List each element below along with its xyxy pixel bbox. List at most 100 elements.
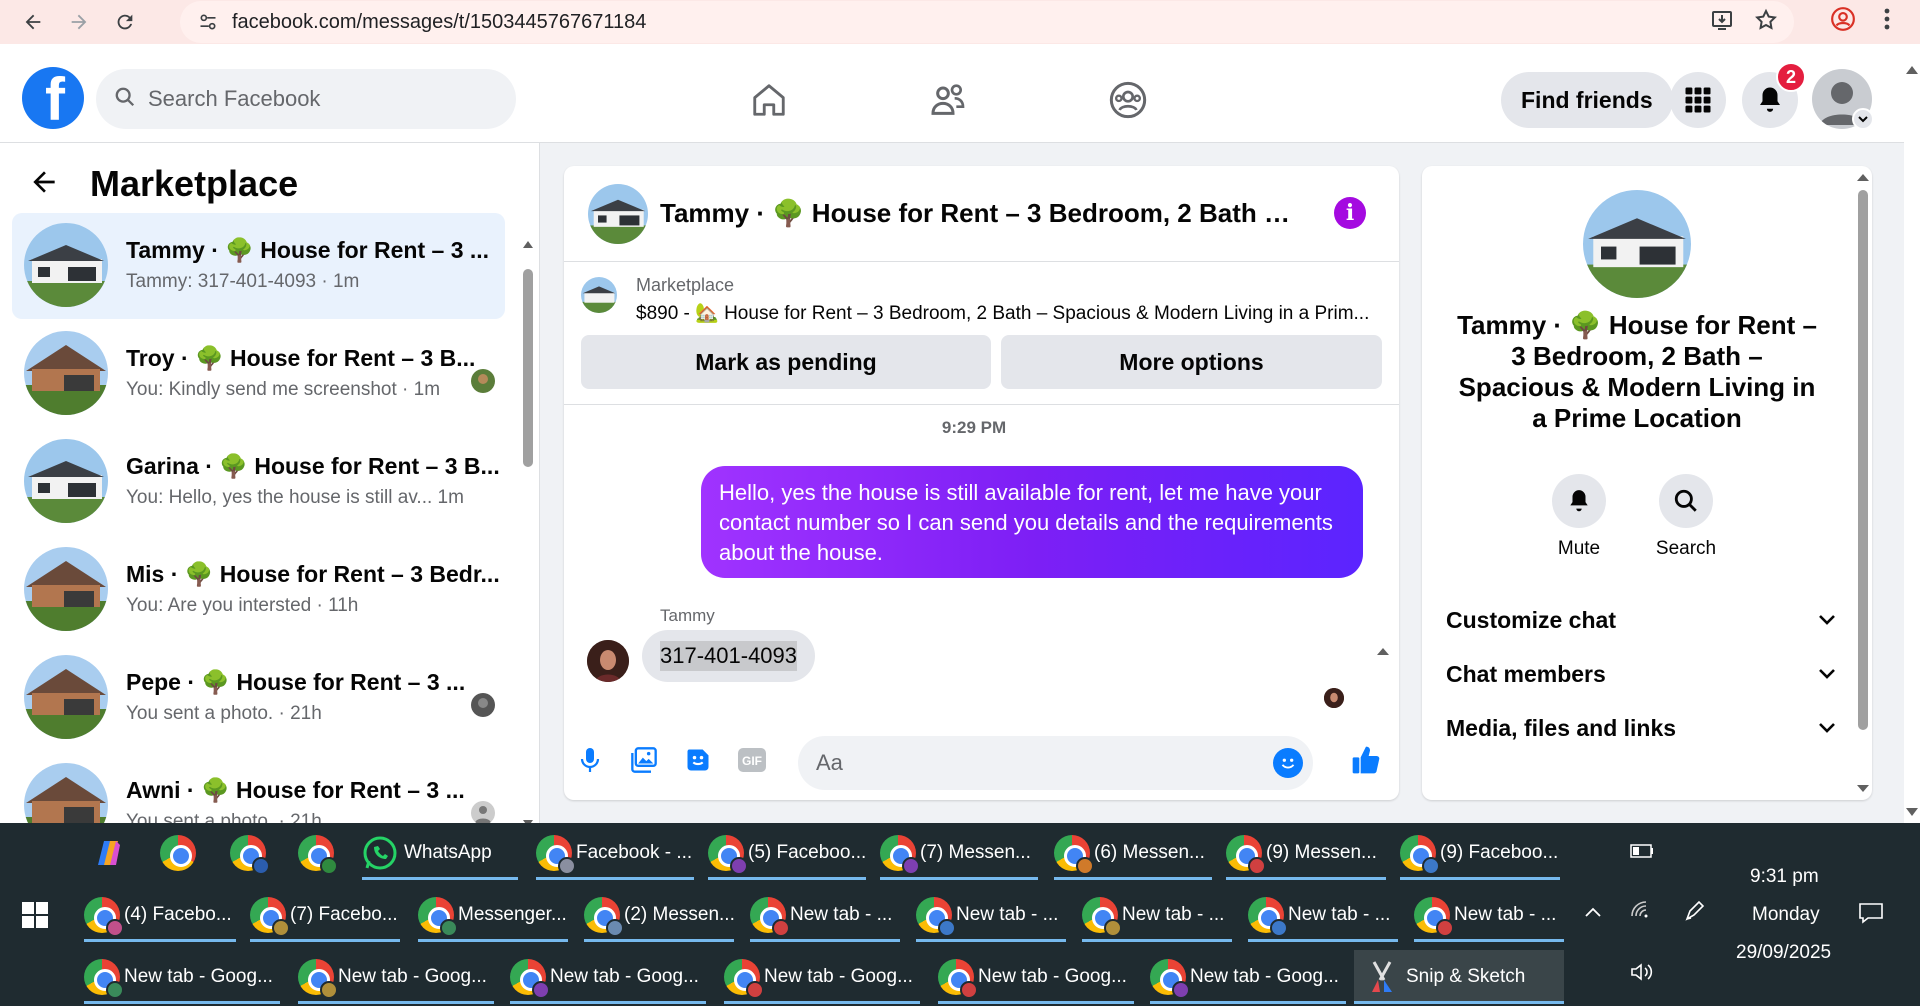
taskbar-window[interactable]: (7) Facebo... — [250, 888, 400, 942]
listing-description[interactable]: $890 - 🏡 House for Rent – 3 Bedroom, 2 B… — [636, 301, 1386, 325]
row-label: Chat members — [1446, 660, 1606, 687]
sidebar-scrollbar[interactable] — [522, 239, 534, 823]
notification-center-icon[interactable] — [1858, 902, 1884, 930]
taskbar-window[interactable]: New tab - ... — [1414, 888, 1564, 942]
taskbar-window[interactable]: New tab - Goog... — [84, 950, 280, 1004]
message-input-box[interactable] — [798, 736, 1313, 790]
conversation-item[interactable]: Awni · 🌳 House for Rent – 3 ... You sent… — [12, 753, 505, 823]
taskbar-window[interactable]: New tab - Goog... — [298, 950, 494, 1004]
conversation-item[interactable]: Troy · 🌳 House for Rent – 3 B... You: Ki… — [12, 321, 505, 427]
wifi-icon[interactable] — [1630, 900, 1652, 924]
row-label: Customize chat — [1446, 606, 1616, 633]
info-icon[interactable]: i — [1334, 197, 1366, 229]
emoji-icon[interactable] — [1273, 748, 1303, 778]
gif-icon[interactable]: GIF — [736, 744, 768, 776]
groups-icon[interactable] — [1106, 78, 1150, 122]
battery-icon[interactable] — [1630, 842, 1654, 864]
page-scrollbar[interactable] — [1904, 44, 1920, 823]
chat-header: Tammy · 🌳 House for Rent – 3 Bedroom, 2 … — [564, 166, 1399, 262]
taskbar-window[interactable]: (6) Messen... — [1054, 826, 1212, 880]
chevron-up-icon[interactable] — [1584, 902, 1602, 924]
taskbar-window[interactable]: Snip & Sketch — [1354, 950, 1564, 1004]
taskbar-window[interactable]: New tab - ... — [1082, 888, 1232, 942]
profile-icon[interactable] — [1830, 6, 1856, 37]
window-label: (7) Facebo... — [290, 904, 398, 925]
taskbar-window[interactable]: New tab - Goog... — [724, 950, 920, 1004]
taskbar-window[interactable]: New tab - ... — [750, 888, 900, 942]
clock-time[interactable]: 9:31 pm — [1750, 866, 1819, 888]
conversation-item[interactable]: Garina · 🌳 House for Rent – 3 B... You: … — [12, 429, 505, 535]
listing-thumbnail[interactable] — [588, 184, 648, 244]
taskbar-window[interactable]: New tab - Goog... — [938, 950, 1134, 1004]
search-icon — [114, 86, 136, 113]
conversation-item[interactable]: Tammy · 🌳 House for Rent – 3 ... Tammy: … — [12, 213, 505, 319]
microphone-icon[interactable] — [574, 744, 606, 776]
conversation-snippet: You: Kindly send me screenshot · 1m — [126, 379, 441, 400]
taskbar-window[interactable]: (4) Facebo... — [84, 888, 236, 942]
address-bar[interactable]: facebook.com/messages/t/1503445767671184 — [180, 1, 1794, 43]
chrome-profile-taskbar-icon[interactable] — [298, 826, 338, 880]
mute-button[interactable]: Mute — [1534, 474, 1624, 560]
site-settings-icon[interactable] — [196, 10, 220, 34]
reload-icon[interactable] — [105, 2, 145, 42]
back-arrow-icon[interactable] — [28, 166, 60, 203]
copilot-taskbar-icon[interactable] — [90, 826, 126, 880]
pen-icon[interactable] — [1684, 900, 1706, 928]
window-label: (9) Faceboo... — [1440, 842, 1559, 863]
incoming-message[interactable]: 317-401-4093 — [642, 630, 816, 682]
home-icon[interactable] — [747, 78, 791, 122]
sticker-icon[interactable] — [682, 744, 714, 776]
customize-chat-row[interactable]: Customize chat — [1446, 600, 1836, 640]
taskbar-window[interactable]: (5) Faceboo... — [708, 826, 866, 880]
chrome-profile-taskbar-icon[interactable] — [230, 826, 270, 880]
taskbar-window[interactable]: Facebook - ... — [536, 826, 694, 880]
taskbar-window[interactable]: (2) Messen... — [584, 888, 735, 942]
taskbar-window[interactable]: New tab - ... — [1248, 888, 1398, 942]
taskbar-window[interactable]: WhatsApp — [362, 826, 518, 880]
taskbar-window[interactable]: New tab - ... — [916, 888, 1066, 942]
avatar[interactable] — [587, 640, 629, 682]
scroll-down-icon — [1857, 785, 1869, 792]
taskbar-window[interactable]: New tab - Goog... — [510, 950, 706, 1004]
chrome-taskbar-icon[interactable] — [160, 826, 200, 880]
window-label: Snip & Sketch — [1406, 966, 1526, 987]
taskbar-window[interactable]: (9) Faceboo... — [1400, 826, 1560, 880]
taskbar-window[interactable]: Messenger... — [418, 888, 568, 942]
bookmark-star-icon[interactable] — [1754, 8, 1778, 37]
outgoing-message[interactable]: Hello, yes the house is still available … — [701, 466, 1363, 578]
details-scrollbar[interactable] — [1856, 166, 1870, 800]
volume-icon[interactable] — [1630, 962, 1654, 988]
listing-thumbnail — [24, 439, 108, 523]
facebook-search[interactable] — [96, 69, 516, 129]
taskbar-window[interactable]: (7) Messen... — [880, 826, 1038, 880]
chat-members-row[interactable]: Chat members — [1446, 654, 1836, 694]
find-friends-button[interactable]: Find friends — [1501, 72, 1673, 128]
back-arrow-icon[interactable] — [13, 2, 53, 42]
chevron-down-icon[interactable] — [1852, 108, 1874, 130]
forward-arrow-icon[interactable] — [59, 2, 99, 42]
taskbar-window[interactable]: New tab - Goog... — [1150, 950, 1346, 1004]
friends-icon[interactable] — [926, 78, 970, 122]
chat-title[interactable]: Tammy · 🌳 House for Rent – 3 Bedroom, 2 … — [660, 198, 1300, 229]
message-input[interactable] — [816, 750, 1236, 776]
conversation-item[interactable]: Mis · 🌳 House for Rent – 3 Bedr... You: … — [12, 537, 505, 643]
mark-as-pending-button[interactable]: Mark as pending — [581, 335, 991, 389]
conversation-item[interactable]: Pepe · 🌳 House for Rent – 3 ... You sent… — [12, 645, 505, 751]
media-files-links-row[interactable]: Media, files and links — [1446, 708, 1836, 748]
notifications-button[interactable]: 2 — [1742, 62, 1806, 128]
window-label: New tab - ... — [1454, 904, 1557, 925]
photo-icon[interactable] — [628, 744, 660, 776]
start-windows-icon[interactable] — [22, 888, 48, 942]
listing-thumbnail — [24, 331, 108, 415]
more-options-button[interactable]: More options — [1001, 335, 1382, 389]
thumbs-up-icon[interactable] — [1350, 744, 1382, 776]
menu-grid-button[interactable] — [1670, 72, 1726, 128]
taskbar-window[interactable]: (9) Messen... — [1226, 826, 1386, 880]
facebook-logo[interactable]: f — [22, 67, 84, 129]
search-input[interactable] — [148, 86, 448, 112]
search-in-chat-button[interactable]: Search — [1641, 474, 1731, 560]
snip-sketch-icon — [1372, 961, 1392, 992]
windows-taskbar: WhatsApp Facebook - ... (5) Faceboo... (… — [0, 823, 1920, 1006]
browser-menu-icon[interactable] — [1884, 8, 1890, 35]
install-app-icon[interactable] — [1710, 8, 1734, 37]
